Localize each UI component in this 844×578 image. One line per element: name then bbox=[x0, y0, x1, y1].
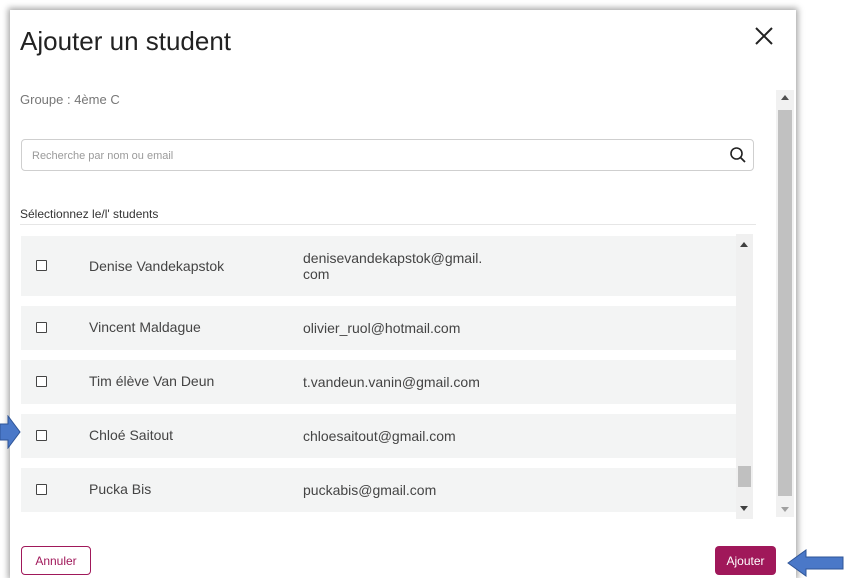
student-list: Denise Vandekapstok denisevandekapstok@g… bbox=[21, 234, 756, 519]
scroll-up-arrow[interactable] bbox=[781, 95, 789, 100]
student-name: Vincent Maldague bbox=[89, 319, 201, 335]
student-row[interactable]: Chloé Saitout chloesaitout@gmail.com bbox=[21, 414, 737, 458]
arrow-left-icon bbox=[787, 549, 844, 577]
dialog-title: Ajouter un student bbox=[20, 26, 232, 56]
selection-heading: Sélectionnez le/l' students bbox=[20, 207, 159, 221]
student-row[interactable]: Denise Vandekapstok denisevandekapstok@g… bbox=[21, 236, 737, 296]
student-name: Denise Vandekapstok bbox=[89, 258, 225, 274]
scroll-down-arrow[interactable] bbox=[740, 506, 748, 511]
group-label: Groupe : 4ème C bbox=[20, 92, 120, 107]
student-email: t.vandeun.vanin@gmail.com bbox=[303, 374, 480, 390]
student-email-line: com bbox=[303, 266, 330, 282]
search-icon[interactable] bbox=[729, 146, 747, 164]
student-row[interactable]: Pucka Bis puckabis@gmail.com bbox=[21, 468, 737, 512]
scroll-down-arrow[interactable] bbox=[781, 507, 789, 512]
student-name: Chloé Saitout bbox=[89, 427, 174, 443]
student-name: Pucka Bis bbox=[89, 481, 152, 497]
search-input[interactable] bbox=[30, 146, 714, 166]
student-email: denisevandekapstok@gmail. com bbox=[303, 250, 523, 282]
student-email: puckabis@gmail.com bbox=[303, 482, 437, 498]
student-checkbox[interactable] bbox=[36, 376, 47, 387]
student-name: Tim élève Van Deun bbox=[89, 373, 215, 389]
scrollbar-thumb[interactable] bbox=[778, 110, 792, 496]
scrollbar-thumb[interactable] bbox=[738, 466, 751, 487]
student-row[interactable]: Tim élève Van Deun t.vandeun.vanin@gmail… bbox=[21, 360, 737, 404]
divider bbox=[20, 224, 756, 225]
search-box bbox=[21, 139, 754, 171]
student-checkbox[interactable] bbox=[36, 484, 47, 495]
add-button[interactable]: Ajouter bbox=[715, 546, 776, 575]
scroll-up-arrow[interactable] bbox=[740, 242, 748, 247]
student-checkbox[interactable] bbox=[36, 430, 47, 441]
student-checkbox[interactable] bbox=[36, 260, 47, 271]
student-email: chloesaitout@gmail.com bbox=[303, 428, 456, 444]
student-email-line: denisevandekapstok@gmail. bbox=[303, 250, 483, 266]
close-icon[interactable] bbox=[752, 24, 776, 48]
list-scrollbar[interactable] bbox=[736, 234, 753, 519]
student-email: olivier_ruol@hotmail.com bbox=[303, 320, 461, 336]
arrow-right-icon bbox=[0, 415, 21, 449]
dialog-scrollbar[interactable] bbox=[776, 90, 794, 517]
cancel-button[interactable]: Annuler bbox=[21, 546, 91, 575]
student-row[interactable]: Vincent Maldague olivier_ruol@hotmail.co… bbox=[21, 306, 737, 350]
add-student-dialog: Ajouter un student Groupe : 4ème C Sélec… bbox=[10, 10, 796, 578]
student-checkbox[interactable] bbox=[36, 322, 47, 333]
